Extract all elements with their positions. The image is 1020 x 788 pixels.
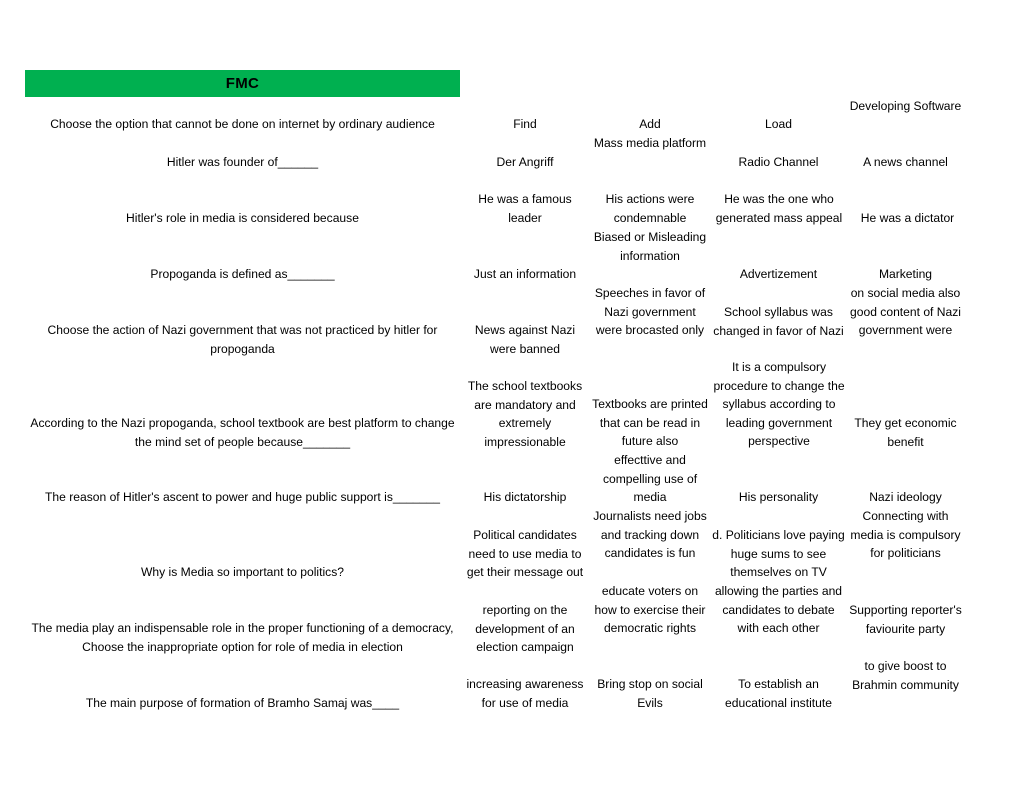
option-cell-d[interactable]: Supporting reporter's faviourite party <box>847 601 964 638</box>
question-text: The main purpose of formation of Bramho … <box>85 696 400 710</box>
question-text: Hitler was founder of______ <box>166 155 319 169</box>
option-cell-c[interactable]: School syllabus was changed in favor of … <box>711 303 846 340</box>
question-text: Propoganda is defined as_______ <box>150 267 335 281</box>
option-cell-d[interactable]: Nazi ideology <box>847 488 964 507</box>
question-text: Choose the action of Nazi government tha… <box>47 323 438 356</box>
option-cell-b[interactable]: Biased or Misleading information <box>590 228 710 265</box>
option-cell-b[interactable]: Textbooks are printed that can be read i… <box>590 395 710 451</box>
option-cell-a[interactable]: Find <box>461 115 589 134</box>
option-cell-b[interactable]: Mass media platform <box>590 134 710 153</box>
option-cell-d[interactable]: Connecting with media is compulsory for … <box>847 507 964 563</box>
option-cell-d[interactable]: Marketing <box>847 265 964 284</box>
sheet-title-banner: FMC <box>25 70 460 97</box>
option-cell-c[interactable]: d. Politicians love paying huge sums to … <box>711 526 846 582</box>
option-cell-c[interactable]: To establish an educational institute <box>711 675 846 712</box>
option-cell-b[interactable]: Bring stop on social Evils <box>590 675 710 712</box>
question-text: Hitler's role in media is considered bec… <box>126 211 359 225</box>
option-cell-a[interactable]: Just an information <box>461 265 589 284</box>
option-cell-a[interactable]: He was a famous leader <box>461 190 589 227</box>
page-title: FMC <box>225 75 260 92</box>
option-cell-d[interactable]: to give boost to Brahmin community <box>847 657 964 694</box>
option-cell-a[interactable]: Political candidates need to use media t… <box>461 526 589 582</box>
question-text: The media play an indispensable role in … <box>31 621 454 654</box>
option-cell-c[interactable]: Load <box>711 115 846 134</box>
option-cell-c[interactable]: He was the one who generated mass appeal <box>706 190 852 227</box>
option-cell-a[interactable]: reporting on the development of an elect… <box>461 601 589 657</box>
option-cell-c[interactable]: allowing the parties and candidates to d… <box>711 582 846 638</box>
option-cell-d[interactable]: A news channel <box>847 153 964 172</box>
question-text: The reason of Hitler's ascent to power a… <box>45 490 440 504</box>
option-cell-b[interactable]: effecttive and compelling use of media <box>590 451 710 507</box>
option-cell-b[interactable]: His actions were condemnable <box>590 190 710 227</box>
option-cell-b[interactable]: Journalists need jobs and tracking down … <box>590 507 710 563</box>
option-cell-c[interactable]: His personality <box>711 488 846 507</box>
option-cell-d[interactable]: He was a dictator <box>845 209 970 228</box>
question-text: Choose the option that cannot be done on… <box>50 117 435 131</box>
option-cell-a[interactable]: increasing awareness for use of media <box>461 675 589 712</box>
option-cell-b[interactable]: Add <box>590 115 710 134</box>
question-text: Why is Media so important to politics? <box>141 565 344 579</box>
option-cell-a[interactable]: His dictatorship <box>461 488 589 507</box>
option-cell-b[interactable]: Speeches in favor of Nazi government wer… <box>590 284 710 340</box>
option-cell-d[interactable]: on social media also good content of Naz… <box>847 284 964 340</box>
option-cell-a[interactable]: Der Angriff <box>461 153 589 172</box>
option-cell-d[interactable]: Developing Software <box>847 97 964 116</box>
option-cell-c[interactable]: Advertizement <box>711 265 846 284</box>
option-cell-d[interactable]: They get economic benefit <box>847 414 964 451</box>
option-cell-c[interactable]: Radio Channel <box>711 153 846 172</box>
question-text: According to the Nazi propoganda, school… <box>30 416 455 449</box>
option-cell-c[interactable]: It is a compulsory procedure to change t… <box>705 358 853 451</box>
option-cell-a[interactable]: The school textbooks are mandatory and e… <box>461 377 589 451</box>
option-cell-a[interactable]: News against Nazi were banned <box>461 321 589 358</box>
option-cell-b[interactable]: educate voters on how to exercise their … <box>590 582 710 638</box>
